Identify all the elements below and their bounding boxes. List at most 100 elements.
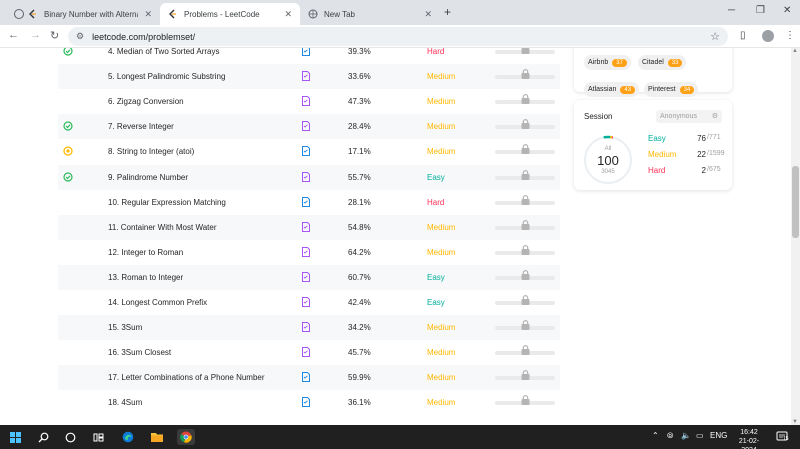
edge-browser-icon[interactable] [119,429,137,445]
scroll-up-icon[interactable]: ▲ [792,48,798,54]
speaker-icon[interactable]: 🔈 [681,431,691,440]
problem-row[interactable]: 6. Zigzag Conversion 47.3% Medium [58,89,560,114]
site-info-icon[interactable]: ⚙ [76,31,84,42]
problem-row[interactable]: 14. Longest Common Prefix 42.4% Easy [58,290,560,315]
search-icon[interactable] [34,429,52,445]
language-indicator[interactable]: ENG [710,431,727,440]
problem-row[interactable]: 12. Integer to Roman 64.2% Medium [58,240,560,265]
problem-title[interactable]: 6. Zigzag Conversion [108,97,184,106]
close-icon[interactable]: ✕ [424,9,432,20]
problem-row[interactable]: 8. String to Integer (atoi) 17.1% Medium [58,139,560,164]
problem-title[interactable]: 5. Longest Palindromic Substring [108,72,225,81]
close-icon[interactable]: ✕ [144,9,152,20]
problem-title[interactable]: 9. Palindrome Number [108,173,188,182]
gear-icon[interactable]: ⚙ [712,110,718,123]
maximize-icon[interactable]: ❐ [756,5,765,16]
lock-icon[interactable] [521,395,530,406]
problem-title[interactable]: 17. Letter Combinations of a Phone Numbe… [108,373,265,382]
side-panel-icon[interactable]: ▯ [740,30,746,41]
lock-icon[interactable] [521,94,530,105]
problem-row[interactable]: 7. Reverse Integer 28.4% Medium [58,114,560,140]
problem-row[interactable]: 17. Letter Combinations of a Phone Numbe… [58,365,560,391]
page-scrollbar[interactable]: ▲ ▼ [791,48,800,425]
lock-icon[interactable] [521,69,530,80]
company-tag[interactable]: Airbnb 37 [584,55,631,70]
problem-row[interactable]: 15. 3Sum 34.2% Medium [58,315,560,341]
solution-icon[interactable] [302,146,310,157]
bookmark-star-icon[interactable]: ☆ [710,30,720,43]
window-close-icon[interactable]: ✕ [783,5,791,16]
lock-icon[interactable] [521,320,530,331]
new-tab-button[interactable]: + [444,5,451,19]
problem-title[interactable]: 10. Regular Expression Matching [108,198,226,207]
network-icon[interactable]: ⦾ [667,431,673,441]
close-icon[interactable]: ✕ [284,9,292,20]
solution-icon[interactable] [302,347,310,358]
company-tag[interactable]: Citadel 33 [638,55,687,70]
problem-row[interactable]: 5. Longest Palindromic Substring 33.6% Med… [58,64,560,90]
problem-title[interactable]: 14. Longest Common Prefix [108,298,207,307]
lock-icon[interactable] [521,194,530,205]
lock-icon[interactable] [521,345,530,356]
tab-new-tab[interactable]: New Tab ✕ [300,3,440,25]
solution-icon[interactable] [302,397,310,408]
solution-icon[interactable] [302,71,310,82]
profile-avatar[interactable] [762,30,774,42]
windows-start-icon[interactable] [6,429,24,445]
back-arrow-icon[interactable]: ← [8,29,19,41]
chevron-up-icon[interactable]: ⌃ [652,431,659,440]
problem-row[interactable]: 11. Container With Most Water 54.8% Medium [58,214,560,240]
lock-icon[interactable] [521,370,530,381]
solution-icon[interactable] [302,96,310,107]
reload-icon[interactable]: ↻ [50,29,59,42]
problem-row[interactable]: 10. Regular Expression Matching 28.1% Hard [58,190,560,215]
scrollbar-thumb[interactable] [792,166,799,238]
solution-icon[interactable] [302,271,310,282]
problem-title[interactable]: 11. Container With Most Water [108,223,216,232]
minimize-icon[interactable]: ─ [728,5,735,16]
problem-title[interactable]: 18. 4Sum [108,398,142,407]
solution-icon[interactable] [302,297,310,307]
forward-arrow-icon[interactable]: → [30,29,41,41]
clock[interactable]: 16:42 21-02-2024 [732,428,766,449]
session-selector[interactable]: Anonymous ⚙ [656,110,722,123]
problem-title[interactable]: 12. Integer to Roman [108,248,183,257]
problem-title[interactable]: 13. Roman to Integer [108,273,183,282]
problem-row[interactable]: 13. Roman to Integer 60.7% Easy [58,264,560,290]
menu-kebab-icon[interactable]: ⋮ [785,30,795,41]
notification-bell-icon[interactable]: 15 [774,429,792,445]
solution-icon[interactable] [302,196,310,207]
problem-title[interactable]: 15. 3Sum [108,323,142,332]
file-explorer-icon[interactable] [148,429,166,445]
widgets-icon[interactable] [89,429,107,445]
lock-icon[interactable] [521,48,530,54]
company-tag[interactable]: Pinterest 34 [644,82,699,97]
problem-title[interactable]: 7. Reverse Integer [108,122,174,131]
problem-title[interactable]: 8. String to Integer (atoi) [108,147,194,156]
solution-icon[interactable] [302,372,310,383]
solution-icon[interactable] [302,121,310,132]
problem-row[interactable]: 9. Palindrome Number 55.7% Easy [58,164,560,190]
lock-icon[interactable] [521,269,530,280]
problem-row[interactable]: 18. 4Sum 36.1% Medium [58,390,560,415]
address-bar[interactable]: ⚙ leetcode.com/problemset/ ☆ [68,27,728,46]
lock-icon[interactable] [521,144,530,155]
solution-icon[interactable] [302,171,310,182]
problem-title[interactable]: 16. 3Sum Closest [108,348,171,357]
lock-icon[interactable] [521,295,530,305]
lock-icon[interactable] [521,219,530,230]
lock-icon[interactable] [521,169,530,180]
company-tag[interactable]: Atlassian 43 [584,82,640,97]
tab-problems-leetcode[interactable]: Problems - LeetCode ✕ [160,3,300,25]
solution-icon[interactable] [302,221,310,232]
tab-binary-number[interactable]: Binary Number with Alternating ✕ [20,3,160,25]
problem-title[interactable]: 4. Median of Two Sorted Arrays [108,48,219,56]
battery-icon[interactable]: ▭ [696,431,704,440]
problem-row[interactable]: 16. 3Sum Closest 45.7% Medium [58,340,560,365]
lock-icon[interactable] [521,119,530,130]
solution-icon[interactable] [302,246,310,257]
solution-icon[interactable] [302,48,310,56]
solution-icon[interactable] [302,322,310,333]
lock-icon[interactable] [521,244,530,255]
problem-row[interactable]: 4. Median of Two Sorted Arrays 39.3% Hard [58,48,560,64]
